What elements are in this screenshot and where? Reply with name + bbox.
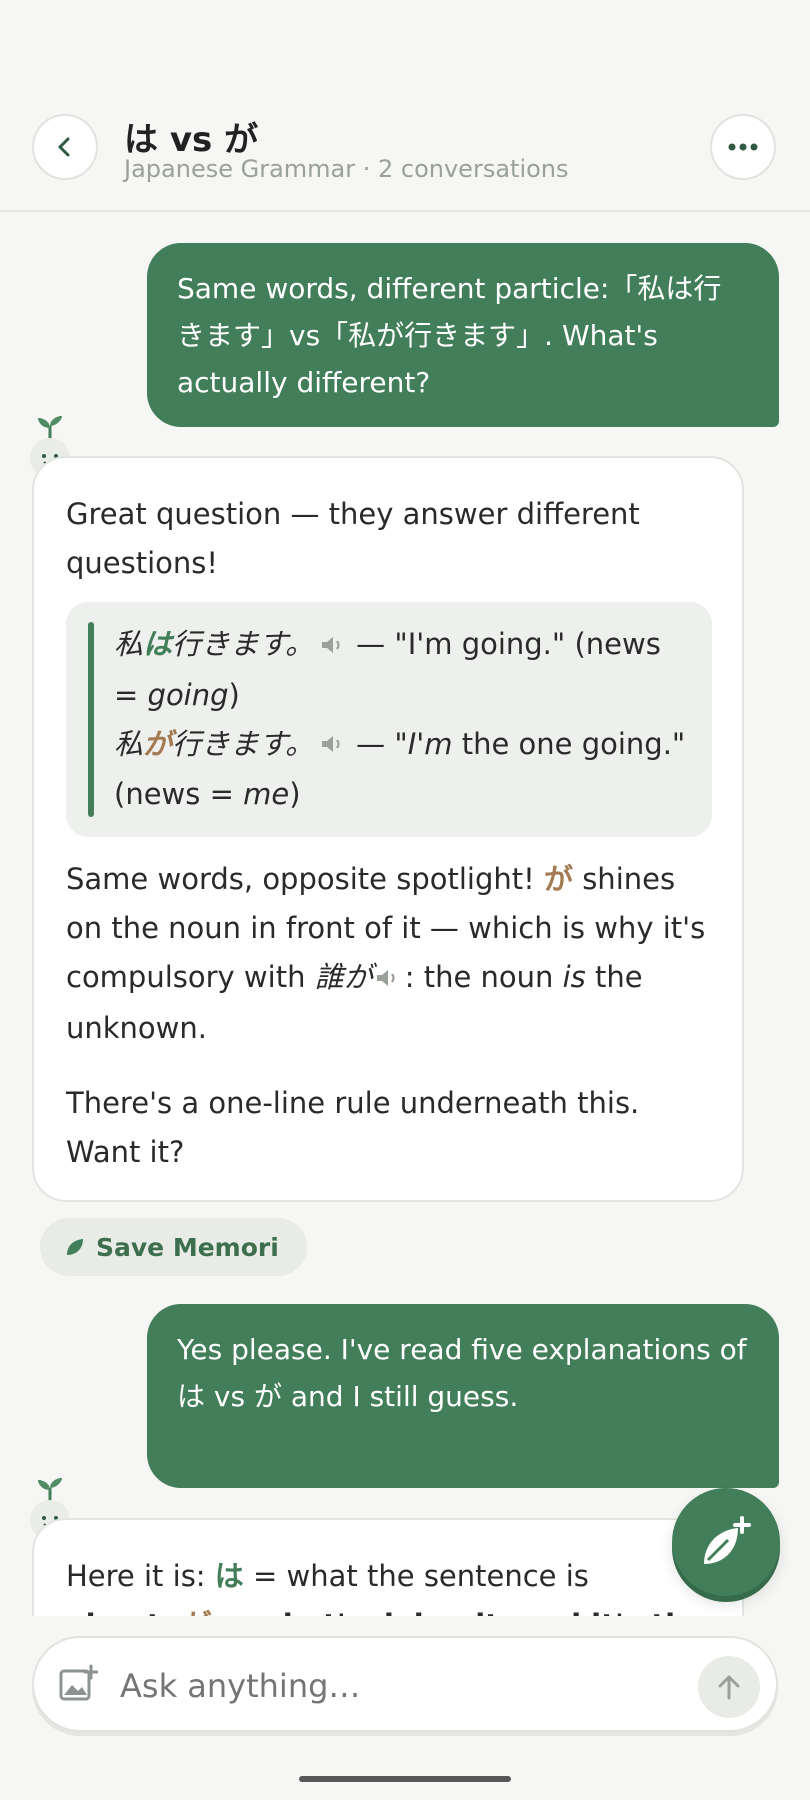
leaf-plus-icon <box>704 1516 751 1564</box>
add-image-icon[interactable] <box>58 1664 99 1708</box>
leaf-icon <box>67 1239 83 1255</box>
assistant-intro: Great question — they answer different q… <box>66 497 640 580</box>
assistant-message: Great question — they answer different q… <box>32 456 744 1202</box>
example-line-ga: 私が行きます。 — "I'm the one going." (news = me… <box>114 720 686 820</box>
home-indicator <box>299 1776 511 1782</box>
example-quote-block: 私は行きます。 — "I'm going." (news = going) 私が行… <box>66 602 712 837</box>
assistant-followup: There's a one-line rule underneath this.… <box>66 1085 640 1169</box>
assistant-explanation: Same words, opposite spotlight! が shines… <box>66 862 706 1045</box>
speaker-icon[interactable] <box>320 622 346 671</box>
user-message-text: Yes please. I've read five explanations … <box>177 1333 747 1413</box>
speaker-icon[interactable] <box>320 721 346 770</box>
more-options-button[interactable] <box>710 114 776 180</box>
save-memori-button[interactable]: Save Memori <box>40 1218 307 1276</box>
message-input[interactable] <box>118 1666 622 1706</box>
save-memori-label: Save Memori <box>96 1232 279 1262</box>
arrow-up-icon <box>718 1675 740 1700</box>
message-composer <box>32 1636 778 1732</box>
send-button[interactable] <box>698 1656 760 1718</box>
chat-header: は vs が Japanese Grammar · 2 conversation… <box>0 0 810 212</box>
ellipsis-icon <box>728 143 758 151</box>
user-message: Same words, different particle:「私は行きます」v… <box>147 243 779 427</box>
assistant-rule: Here it is: は = what the sentence is <box>66 1559 589 1593</box>
back-button[interactable] <box>32 114 98 180</box>
user-message: Yes please. I've read five explanations … <box>147 1304 779 1488</box>
new-chat-fab[interactable] <box>672 1488 780 1596</box>
speaker-icon[interactable] <box>375 955 401 1004</box>
user-message-text: Same words, different particle:「私は行きます」v… <box>177 272 722 399</box>
chevron-left-icon <box>58 137 70 157</box>
page-title: は vs が <box>124 120 259 160</box>
example-line-wa: 私は行きます。 — "I'm going." (news = going) <box>114 620 686 720</box>
page-subtitle: Japanese Grammar · 2 conversations <box>124 155 569 183</box>
